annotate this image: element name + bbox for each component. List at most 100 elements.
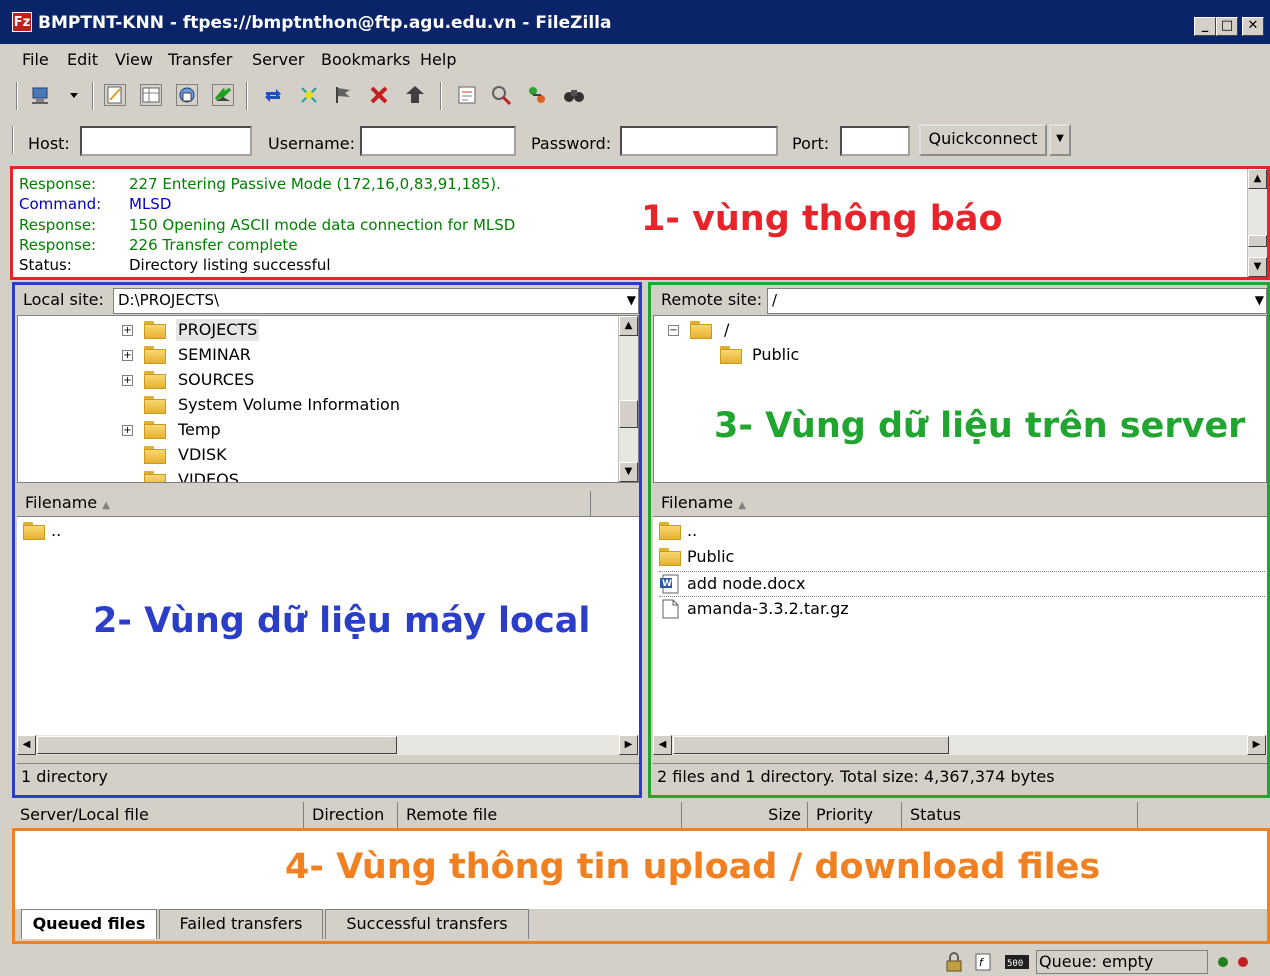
log-key: Response: [19,216,97,234]
cancel-icon[interactable] [332,84,354,106]
username-input[interactable] [360,126,516,156]
expand-icon[interactable]: + [122,350,133,361]
folder-icon [720,346,742,364]
menu-bookmarks[interactable]: Bookmarks [321,50,410,69]
local-tree-scrollbar[interactable]: ▲ ▼ [618,316,638,482]
maximize-button[interactable]: □ [1216,17,1238,36]
svg-text:W: W [662,579,672,589]
tab-successful-transfers[interactable]: Successful transfers [325,909,529,939]
local-path-input[interactable]: D:\PROJECTS\ ▼ [113,288,639,314]
tree-item-label: Public [752,345,800,364]
folder-icon [659,522,681,540]
scroll-left-icon[interactable]: ◀ [653,735,672,755]
menu-transfer[interactable]: Transfer [168,50,232,69]
host-input[interactable] [80,126,252,156]
minimize-button[interactable]: _ [1194,17,1216,36]
remote-hscrollbar[interactable]: ◀ ▶ [653,735,1267,755]
toolbar [0,76,1270,116]
sync-browsing-icon[interactable] [526,84,548,106]
folder-icon [690,321,712,339]
remote-tree-icon[interactable] [176,84,198,106]
toolbar-separator [440,82,442,110]
column-direction[interactable]: Direction [304,802,398,828]
list-item[interactable]: W add node.docx [659,571,1265,597]
local-tree-icon[interactable] [140,84,162,106]
scroll-up-icon[interactable]: ▲ [1248,169,1267,189]
speed-limit-icon[interactable]: 500 [1004,954,1030,970]
scroll-thumb[interactable] [673,736,949,754]
scroll-right-icon[interactable]: ▶ [1247,735,1266,755]
close-button[interactable]: ✕ [1242,17,1264,36]
menu-edit[interactable]: Edit [67,50,98,69]
filter-icon[interactable]: f [974,952,994,972]
log-annotation: 1- vùng thông báo [641,199,1003,239]
local-list-header: Filename ▲ [17,491,639,517]
local-hscrollbar[interactable]: ◀ ▶ [17,735,639,755]
scroll-right-icon[interactable]: ▶ [619,735,638,755]
menu-view[interactable]: View [115,50,153,69]
compare-directories-icon[interactable] [490,84,512,106]
scroll-thumb[interactable] [1248,235,1267,247]
chevron-down-icon[interactable]: ▼ [1255,289,1264,311]
remote-filename-column[interactable]: Filename ▲ [653,491,1267,517]
folder-icon [144,471,166,482]
receive-activity-icon [1238,957,1248,967]
log-scrollbar[interactable]: ▲ ▼ [1247,169,1267,277]
process-queue-icon[interactable] [298,84,320,106]
directory-listing-filters-icon[interactable] [456,84,478,106]
search-remote-icon[interactable] [562,84,584,106]
quickconnect-bar: Host: Username: Password: Port: Quickcon… [0,120,1270,164]
remote-path-input[interactable]: / ▼ [767,288,1267,314]
log-key: Command: [19,195,102,213]
site-manager-icon[interactable] [30,84,52,106]
chevron-down-icon[interactable]: ▼ [627,289,636,311]
local-path-value: D:\PROJECTS\ [118,291,220,309]
scroll-thumb[interactable] [37,736,397,754]
password-input[interactable] [620,126,778,156]
column-size[interactable]: Size [682,802,808,828]
remote-tree: − / Public 3- Vùng dữ liệu trên server [653,315,1267,483]
tab-failed-transfers[interactable]: Failed transfers [159,909,323,939]
column-server-local-file[interactable]: Server/Local file [12,802,304,828]
expand-icon[interactable]: + [122,425,133,436]
quickconnect-button[interactable]: Quickconnect [919,124,1047,156]
expand-icon[interactable]: + [122,325,133,336]
reconnect-icon[interactable] [404,84,426,106]
file-name: .. [51,521,62,540]
tree-item-label: PROJECTS [176,319,260,341]
transfer-queue-icon[interactable] [212,84,234,106]
refresh-icon[interactable] [262,84,284,106]
queue-annotation: 4- Vùng thông tin upload / download file… [285,847,1101,887]
collapse-icon[interactable]: − [668,325,679,336]
scroll-thumb[interactable] [619,400,638,428]
column-priority[interactable]: Priority [808,802,902,828]
menu-file[interactable]: File [22,50,49,69]
status-bar: f 500 Queue: empty [0,948,1270,976]
folder-icon [144,421,166,439]
quickconnect-dropdown-icon[interactable]: ▼ [1049,124,1071,156]
scroll-down-icon[interactable]: ▼ [1248,257,1267,277]
port-input[interactable] [840,126,910,156]
window-title: BMPTNT-KNN - ftpes://bmptnthon@ftp.agu.e… [38,13,612,33]
folder-icon [144,371,166,389]
column-status[interactable]: Status [902,802,1138,828]
column-label: Filename [661,493,734,512]
send-activity-icon [1218,957,1228,967]
scroll-up-icon[interactable]: ▲ [619,316,638,336]
column-remote-file[interactable]: Remote file [398,802,682,828]
tab-queued-files[interactable]: Queued files [21,909,157,939]
disconnect-icon[interactable] [368,84,390,106]
menu-server[interactable]: Server [252,50,304,69]
menu-help[interactable]: Help [420,50,456,69]
expand-icon[interactable]: + [122,375,133,386]
dropdown-arrow-icon[interactable] [64,84,86,106]
log-key: Response: [19,236,97,254]
tree-item-label: VDISK [178,445,227,464]
tree-item-label: SEMINAR [178,345,251,364]
local-file-list: .. 2- Vùng dữ liệu máy local [17,517,639,735]
scroll-left-icon[interactable]: ◀ [17,735,36,755]
scroll-down-icon[interactable]: ▼ [619,462,638,482]
local-filename-column[interactable]: Filename ▲ [17,491,591,517]
log-line: Response: 150 Opening ASCII mode data con… [19,216,515,234]
message-log-icon[interactable] [104,84,126,106]
